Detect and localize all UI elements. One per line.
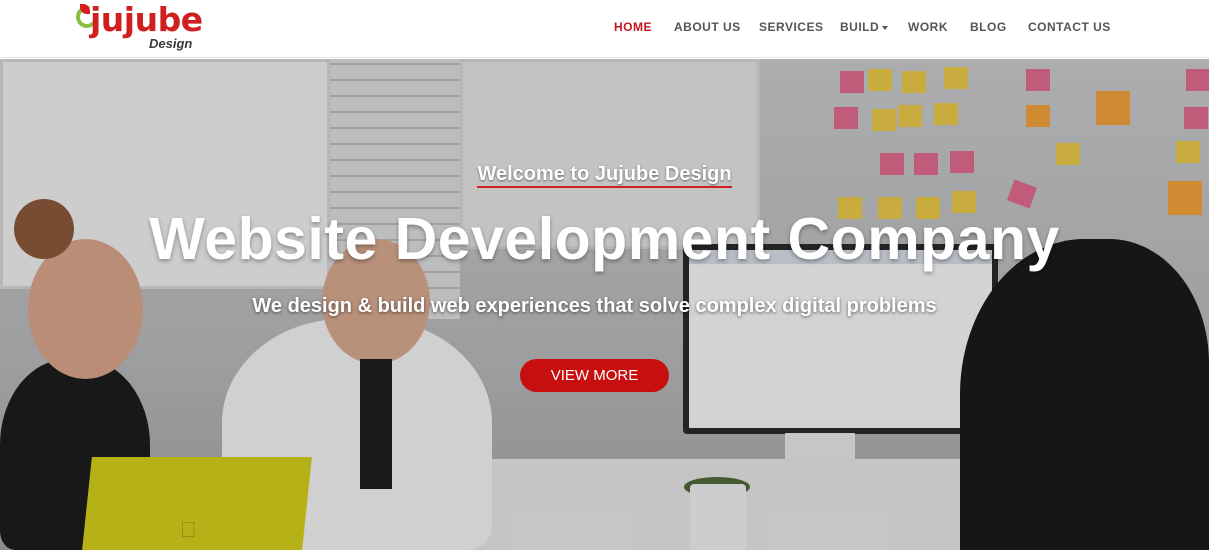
hero-content: Welcome to Jujube Design Website Develop…: [0, 59, 1209, 550]
hero-headline: Website Development Company: [149, 206, 1060, 272]
nav-about-us[interactable]: ABOUT US: [674, 20, 741, 34]
jujube-logo[interactable]: jujube Design: [71, 0, 206, 54]
nav-build-label: BUILD: [840, 20, 880, 34]
nav-home[interactable]: HOME: [614, 20, 652, 34]
view-more-button[interactable]: VIEW MORE: [520, 359, 669, 392]
caret-down-icon: [882, 25, 889, 30]
hero-welcome-text: Welcome to Jujube Design: [477, 163, 732, 188]
logo-subtitle: Design: [149, 36, 193, 51]
nav-work[interactable]: WORK: [908, 20, 948, 34]
nav-build[interactable]: BUILD: [840, 20, 889, 34]
logo-wordmark: jujube: [90, 0, 203, 39]
nav-blog[interactable]: BLOG: [970, 20, 1007, 34]
hero-welcome: Welcome to Jujube Design: [0, 163, 1209, 188]
hero-tagline: We design & build web experiences that s…: [252, 295, 937, 317]
hero-section:  Welcome to Jujube Design Website Devel…: [0, 59, 1209, 550]
site-header: jujube Design HOME ABOUT US SERVICES BUI…: [0, 0, 1209, 58]
nav-contact-us[interactable]: CONTACT US: [1028, 20, 1111, 34]
nav-services[interactable]: SERVICES: [759, 20, 823, 34]
